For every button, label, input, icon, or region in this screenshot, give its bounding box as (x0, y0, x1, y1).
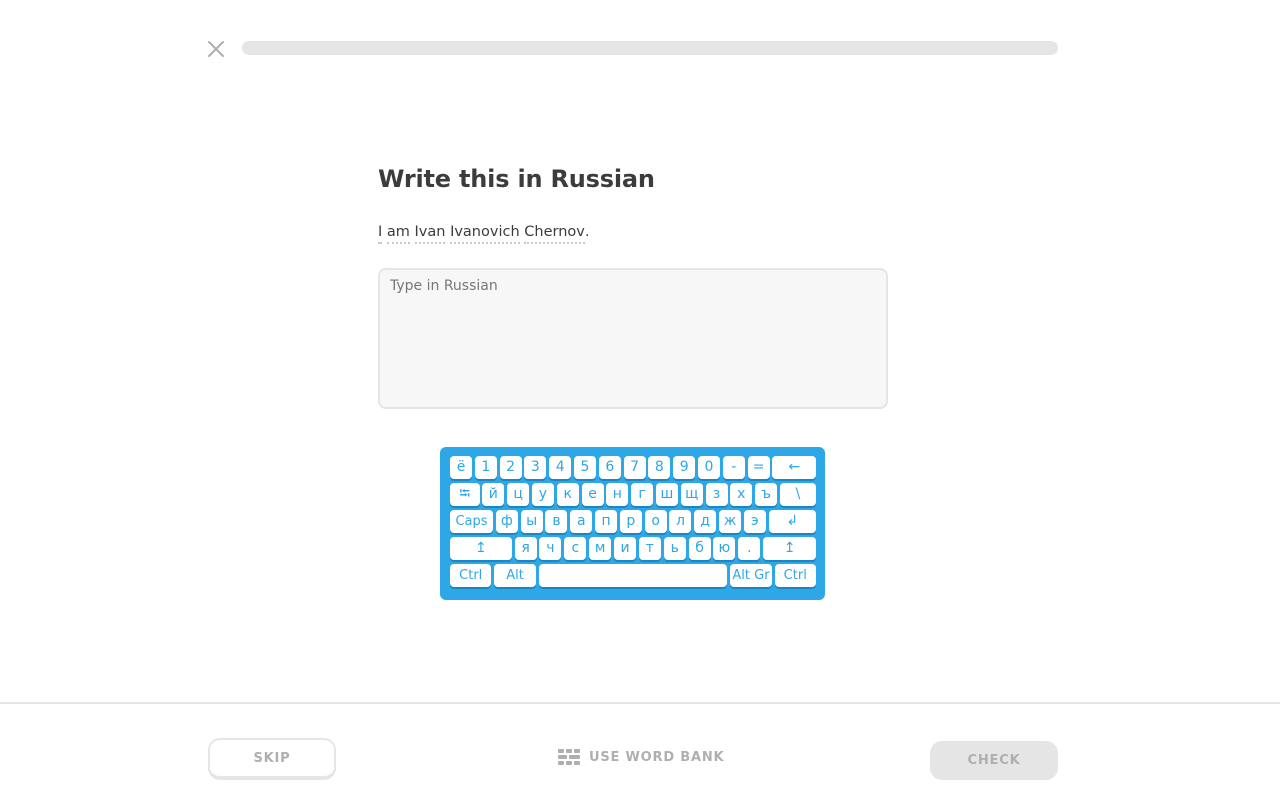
close-icon (208, 41, 224, 57)
hint-word[interactable]: Ivanovich (450, 224, 520, 244)
key[interactable]: м (589, 537, 612, 560)
tab-key[interactable]: ⭾ (450, 483, 480, 506)
key[interactable]: р (619, 510, 642, 533)
right-shift-key[interactable]: ↥ (763, 537, 817, 560)
key[interactable]: 5 (573, 456, 596, 479)
key[interactable]: ж (719, 510, 742, 533)
russian-keyboard: ё 1 2 3 4 5 6 7 8 9 0 - = ← ⭾ й ц у к е … (440, 447, 825, 600)
keyboard-row: Caps ф ы в а п р о л д ж э ↲ (450, 510, 816, 533)
key[interactable]: 3 (524, 456, 547, 479)
keyboard-row: ⭾ й ц у к е н г ш щ з х ъ \ (450, 483, 816, 506)
key[interactable]: = (747, 456, 770, 479)
key[interactable]: 9 (673, 456, 696, 479)
use-word-bank-button[interactable]: USE WORD BANK (558, 746, 724, 768)
key[interactable]: ф (495, 510, 518, 533)
key[interactable]: с (564, 537, 587, 560)
key[interactable]: ь (663, 537, 686, 560)
key[interactable]: ш (655, 483, 678, 506)
key[interactable]: ц (507, 483, 530, 506)
key[interactable]: и (613, 537, 637, 560)
footer-divider (0, 702, 1280, 704)
key[interactable]: б (688, 537, 711, 560)
key[interactable]: . (738, 537, 761, 560)
enter-key[interactable]: ↲ (768, 510, 816, 533)
key[interactable]: а (570, 510, 593, 533)
answer-input[interactable] (378, 268, 888, 409)
key[interactable]: е (581, 483, 604, 506)
keyboard-row: ↥ я ч с м и т ь б ю . ↥ (450, 537, 817, 560)
key[interactable]: ю (713, 537, 736, 560)
key[interactable]: 1 (474, 456, 497, 479)
backspace-key[interactable]: ← (772, 456, 816, 479)
key[interactable]: - (722, 456, 745, 479)
word-bank-label: USE WORD BANK (589, 749, 725, 765)
right-ctrl-key[interactable]: Ctrl (774, 564, 816, 587)
keyboard-row: Ctrl Alt Alt Gr Ctrl (450, 564, 816, 587)
space-key[interactable] (538, 564, 728, 587)
key[interactable]: ё (450, 456, 472, 479)
key[interactable]: к (556, 483, 579, 506)
backslash-key[interactable]: \ (779, 483, 816, 506)
check-button[interactable]: CHECK (930, 741, 1058, 780)
key[interactable]: т (638, 537, 661, 560)
prompt-sentence: I am Ivan Ivanovich Chernov. (378, 224, 589, 244)
left-ctrl-key[interactable]: Ctrl (450, 564, 492, 587)
key[interactable]: 2 (499, 456, 522, 479)
key[interactable]: 4 (549, 456, 572, 479)
hint-word[interactable]: Ivan (414, 224, 446, 244)
prompt-punctuation: . (584, 224, 590, 240)
key[interactable]: з (705, 483, 728, 506)
key[interactable]: у (531, 483, 554, 506)
skip-button[interactable]: SKIP (208, 738, 336, 780)
keyboard-row: ё 1 2 3 4 5 6 7 8 9 0 - = ← (450, 456, 816, 479)
key[interactable]: щ (680, 483, 703, 506)
key[interactable]: ч (539, 537, 562, 560)
alt-gr-key[interactable]: Alt Gr (730, 564, 772, 587)
key[interactable]: 0 (697, 456, 720, 479)
key[interactable]: л (669, 510, 692, 533)
left-shift-key[interactable]: ↥ (450, 537, 512, 560)
hint-word[interactable]: am (386, 224, 410, 244)
key[interactable]: ы (520, 510, 543, 533)
key[interactable]: я (514, 537, 537, 560)
key[interactable]: 8 (648, 456, 671, 479)
key[interactable]: в (545, 510, 568, 533)
key[interactable]: ъ (755, 483, 778, 506)
key[interactable]: х (730, 483, 753, 506)
key[interactable]: 7 (623, 456, 646, 479)
key[interactable]: п (595, 510, 618, 533)
close-button[interactable] (204, 37, 228, 61)
hint-word[interactable]: Chernov (524, 224, 585, 244)
alt-key[interactable]: Alt (494, 564, 536, 587)
key[interactable]: 6 (598, 456, 621, 479)
challenge-title: Write this in Russian (378, 165, 655, 193)
progress-bar (242, 41, 1058, 55)
key[interactable]: й (482, 483, 505, 506)
key[interactable]: г (631, 483, 654, 506)
caps-lock-key[interactable]: Caps (450, 510, 494, 533)
key[interactable]: о (644, 510, 667, 533)
key[interactable]: д (694, 510, 717, 533)
word-bank-icon (558, 749, 580, 765)
key[interactable]: э (743, 510, 766, 533)
key[interactable]: н (606, 483, 629, 506)
